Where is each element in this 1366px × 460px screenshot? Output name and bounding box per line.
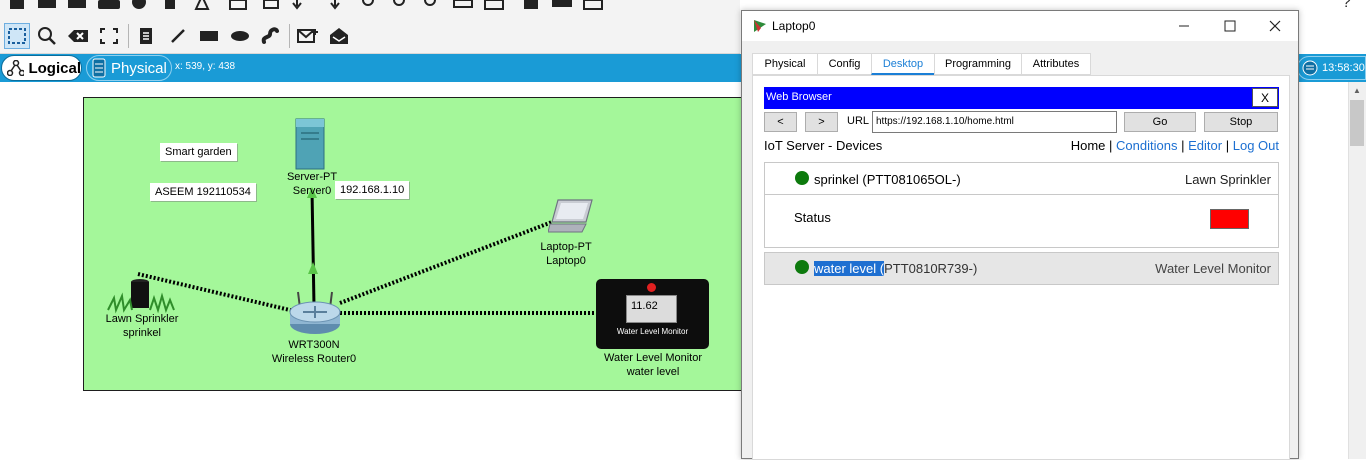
minimize-icon — [1179, 25, 1189, 27]
close-button[interactable] — [1252, 11, 1298, 41]
web-browser-title: Web Browser — [766, 91, 832, 103]
wireless-router-icon[interactable] — [288, 290, 342, 336]
device-type: Lawn Sprinkler — [1185, 172, 1271, 187]
web-browser-titlebar: Web Browser X — [764, 87, 1279, 109]
device-id: (PTT081065OL-) — [862, 172, 961, 187]
server-model: Server-PT — [286, 171, 338, 183]
nav-separator: | — [1225, 138, 1230, 153]
sprinkler-label: Lawn Sprinkler sprinkel — [96, 312, 188, 340]
back-button[interactable]: < — [764, 112, 797, 132]
tab-desktop[interactable]: Desktop — [871, 53, 935, 75]
packet-tracer-app-icon — [754, 20, 766, 32]
nav-separator: | — [1109, 138, 1113, 153]
go-button[interactable]: Go — [1124, 112, 1196, 132]
tab-attributes[interactable]: Attributes — [1021, 53, 1091, 75]
minimize-button[interactable] — [1161, 11, 1207, 41]
water-level-monitor-device[interactable]: 11.62 Water Level Monitor — [596, 279, 709, 349]
maximize-button[interactable] — [1207, 11, 1253, 41]
online-status-icon — [795, 260, 809, 274]
tab-config[interactable]: Config — [817, 53, 872, 75]
connection-links — [137, 187, 598, 315]
server-device-icon[interactable] — [293, 117, 329, 171]
nav-editor[interactable]: Editor — [1188, 138, 1222, 153]
help-icon[interactable]: ? — [1342, 0, 1351, 12]
device-name-text: sprinkel — [814, 172, 859, 187]
server-label: Server-PT Server0 — [272, 170, 352, 198]
laptop-name: Laptop0 — [546, 255, 586, 267]
nav-conditions[interactable]: Conditions — [1116, 138, 1177, 153]
note-student-id[interactable]: ASEEM 192110534 — [150, 183, 256, 201]
maximize-icon — [1224, 20, 1236, 32]
close-icon — [1269, 20, 1281, 32]
laptop-wireless-link — [339, 220, 553, 305]
nav-logout[interactable]: Log Out — [1233, 138, 1279, 153]
clock-icon — [1302, 60, 1318, 76]
stop-button[interactable]: Stop — [1204, 112, 1278, 132]
scroll-up-icon[interactable]: ▲ — [1348, 82, 1366, 98]
device-name: water level (PTT0810R739-) — [814, 261, 977, 276]
status-label: Status — [794, 210, 831, 225]
scrollbar-thumb[interactable] — [1350, 100, 1364, 146]
monitor-name: water level — [626, 366, 680, 378]
router-model: WRT300N — [288, 339, 340, 351]
laptop-device-icon[interactable] — [548, 198, 596, 236]
sprinkler-model: Lawn Sprinkler — [105, 313, 179, 325]
device-name: sprinkel (PTT081065OL-) — [814, 172, 961, 187]
clock-time: 13:58:30 — [1322, 62, 1365, 74]
desktop-content: Web Browser X < > URL https://192.168.1.… — [752, 75, 1290, 460]
router-name: Wireless Router0 — [271, 353, 357, 365]
sprinkler-name: sprinkel — [123, 327, 161, 339]
monitor-reading: 11.62 — [626, 295, 677, 323]
device-id: PTT0810R739-) — [884, 261, 978, 276]
device-card-water-level[interactable]: water level (PTT0810R739-) Water Level M… — [764, 252, 1279, 285]
page-nav: Home | Conditions | Editor | Log Out — [1071, 138, 1279, 153]
server-router-link[interactable] — [310, 189, 316, 307]
status-led-icon — [647, 283, 656, 292]
device-header[interactable]: sprinkel (PTT081065OL-) Lawn Sprinkler — [765, 163, 1278, 195]
browser-close-button[interactable]: X — [1252, 88, 1278, 107]
lawn-sprinkler-icon[interactable] — [106, 278, 178, 314]
link-arrow-icon — [308, 262, 318, 274]
laptop-window: Laptop0 Physical Config Desktop Programm… — [741, 10, 1299, 460]
monitor-model: Water Level Monitor — [603, 352, 703, 364]
window-title: Laptop0 — [772, 19, 816, 33]
device-type: Water Level Monitor — [1155, 261, 1271, 276]
laptop-label: Laptop-PT Laptop0 — [526, 240, 606, 268]
page-heading: IoT Server - Devices — [764, 138, 883, 153]
url-label: URL — [847, 115, 870, 127]
url-input[interactable]: https://192.168.1.10/home.html — [872, 111, 1117, 133]
server-name: Server0 — [292, 185, 332, 197]
realtime-clock[interactable]: 13:58:30 — [1297, 56, 1366, 80]
tab-programming[interactable]: Programming — [934, 53, 1022, 75]
monitor-label: Water Level Monitor water level — [596, 351, 710, 379]
forward-button[interactable]: > — [805, 112, 838, 132]
status-indicator[interactable] — [1210, 209, 1249, 229]
router-label: WRT300N Wireless Router0 — [266, 338, 362, 366]
device-name-selected: water level ( — [814, 261, 885, 276]
note-smart-garden[interactable]: Smart garden — [160, 143, 237, 161]
tab-physical[interactable]: Physical — [752, 53, 818, 75]
window-titlebar[interactable]: Laptop0 — [742, 11, 1298, 41]
nav-separator: | — [1181, 138, 1185, 153]
monitor-screen-label: Water Level Monitor — [616, 327, 689, 336]
laptop-model: Laptop-PT — [540, 241, 592, 253]
online-status-icon — [795, 171, 809, 185]
device-card-sprinkel[interactable]: sprinkel (PTT081065OL-) Lawn Sprinkler S… — [764, 162, 1279, 248]
nav-home[interactable]: Home — [1071, 138, 1106, 153]
